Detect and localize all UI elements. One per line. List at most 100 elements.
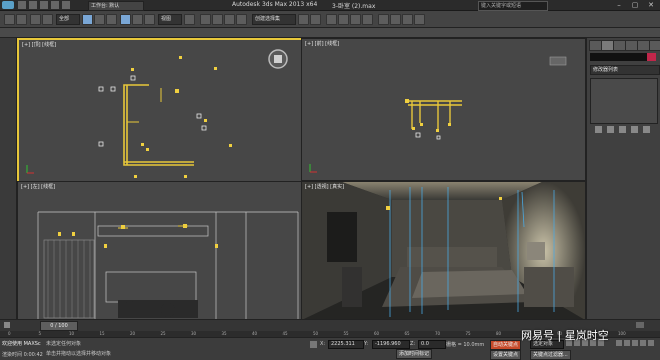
top-view-drawing: [26, 49, 288, 178]
track-bar-tick-label: 15: [99, 331, 105, 336]
y-coordinate-field[interactable]: -1196.960: [372, 340, 410, 349]
track-bar-tick-label: 35: [221, 331, 227, 336]
remove-modifier-icon[interactable]: [631, 126, 638, 133]
select-object-icon[interactable]: [82, 14, 93, 25]
workspace-dropdown[interactable]: 工作台: 默认: [88, 1, 144, 11]
track-bar-tick-label: 50: [313, 331, 319, 336]
material-editor-icon[interactable]: [378, 14, 389, 25]
open-file-icon[interactable]: [29, 1, 37, 9]
scale-icon[interactable]: [144, 14, 155, 25]
snap-icon[interactable]: [200, 14, 211, 25]
y-label: Y:: [364, 341, 369, 347]
grid-size: 栅格 = 10.0mm: [446, 342, 485, 348]
minimize-icon[interactable]: –: [612, 0, 626, 10]
pin-stack-icon[interactable]: [595, 126, 602, 133]
spinner-snap-icon[interactable]: [236, 14, 247, 25]
zoom-all-icon[interactable]: [624, 340, 630, 346]
selection-set-dropdown[interactable]: 创建选择集: [252, 14, 296, 25]
track-bar-tick-label: 75: [465, 331, 471, 336]
layer-manager-icon[interactable]: [326, 14, 337, 25]
track-bar-tick-label: 40: [252, 331, 258, 336]
auto-key-button[interactable]: 自动关键点: [490, 340, 522, 350]
track-bar-tick-label: 10: [69, 331, 75, 336]
orbit-icon[interactable]: [640, 340, 646, 346]
link-icon[interactable]: [30, 14, 41, 25]
z-coordinate-field[interactable]: 0.0: [418, 340, 446, 349]
title-bar: 工作台: 默认 Autodesk 3ds Max 2013 x64 3-卧室 (…: [0, 0, 660, 11]
rendered-frame-icon[interactable]: [402, 14, 413, 25]
ribbon-strip: [0, 28, 660, 38]
track-bar-tick-label: 55: [343, 331, 349, 336]
x-label: X:: [320, 341, 326, 347]
lock-selection-icon[interactable]: [310, 341, 317, 348]
time-slider[interactable]: 0 / 100: [40, 321, 78, 331]
render-time: 渲染时间 0:00:42: [2, 352, 43, 358]
maximize-viewport-icon[interactable]: [648, 340, 654, 346]
main-toolbar: 全部 视图 创建选择集: [0, 11, 660, 28]
track-bar-tick-label: 30: [191, 331, 197, 336]
add-time-tag-button[interactable]: 添加时间标记: [396, 349, 433, 359]
pivot-icon[interactable]: [184, 14, 195, 25]
modifier-list-dropdown[interactable]: 修改器列表: [590, 65, 660, 75]
watermark: 网易号 | 星岚时空: [521, 329, 609, 342]
close-icon[interactable]: ✕: [644, 0, 658, 10]
search-input[interactable]: 键入关键字或短语: [478, 1, 548, 11]
graphite-tools-icon[interactable]: [338, 14, 349, 25]
track-bar-tick-label: 60: [374, 331, 380, 336]
utilities-tab-icon[interactable]: [649, 40, 660, 51]
reference-coordinate-dropdown[interactable]: 视图: [158, 14, 182, 25]
selection-status: 未选定任何对象: [46, 341, 82, 347]
window-title: Autodesk 3ds Max 2013 x64: [232, 1, 318, 8]
select-by-name-icon[interactable]: [94, 14, 105, 25]
track-bar-tick-label: 100: [618, 331, 626, 336]
save-file-icon[interactable]: [40, 1, 48, 9]
track-bar-tick-label: 70: [435, 331, 441, 336]
redo-button[interactable]: [16, 14, 27, 25]
command-panel: 修改器列表: [586, 38, 660, 319]
viewport-label-perspective[interactable]: [+] [透视] [真实]: [305, 183, 344, 190]
prompt-hint: 单击并拖动以选择并移动对象: [46, 351, 112, 357]
render-setup-icon[interactable]: [390, 14, 401, 25]
slider-next-icon[interactable]: [636, 322, 644, 328]
left-view-drawing: [37, 211, 299, 319]
redo-icon[interactable]: [62, 1, 70, 9]
configure-modifier-sets-icon[interactable]: [643, 126, 650, 133]
percent-snap-icon[interactable]: [224, 14, 235, 25]
left-toolbar: [0, 38, 17, 319]
viewport-front[interactable]: [+] [前] [线框]: [301, 38, 586, 181]
rotate-icon[interactable]: [132, 14, 143, 25]
track-bar-tick-label: 45: [282, 331, 288, 336]
rect-selection-icon[interactable]: [106, 14, 117, 25]
track-bar-tick-label: 5: [38, 331, 42, 336]
viewport-perspective[interactable]: [+] [透视] [真实]: [301, 181, 586, 321]
curve-editor-icon[interactable]: [350, 14, 361, 25]
mirror-icon[interactable]: [298, 14, 309, 25]
undo-button[interactable]: [4, 14, 15, 25]
timeline-toggle-icon[interactable]: [4, 322, 10, 328]
make-unique-icon[interactable]: [619, 126, 626, 133]
zoom-icon[interactable]: [616, 340, 622, 346]
track-bar-tick-label: 0: [8, 331, 11, 336]
x-coordinate-field[interactable]: 2225.311: [328, 340, 364, 349]
render-icon[interactable]: [414, 14, 425, 25]
object-color-swatch[interactable]: [647, 53, 656, 61]
filter-dropdown[interactable]: 全部: [56, 14, 80, 25]
show-end-result-icon[interactable]: [607, 126, 614, 133]
file-name: 3-卧室 (2).max: [332, 3, 376, 10]
app-logo-icon[interactable]: [2, 1, 14, 9]
track-bar-tick-label: 20: [130, 331, 136, 336]
maxscript-listener[interactable]: 欢迎使用 MAXSc: [2, 340, 41, 347]
viewport-top[interactable]: [+] [顶] [线框]: [17, 38, 304, 183]
new-file-icon[interactable]: [18, 1, 26, 9]
undo-icon[interactable]: [51, 1, 59, 9]
maximize-icon[interactable]: ▢: [628, 0, 642, 10]
move-icon[interactable]: [120, 14, 131, 25]
z-label: Z:: [410, 341, 416, 347]
schematic-view-icon[interactable]: [362, 14, 373, 25]
viewport-left[interactable]: [+] [左] [线框]: [17, 181, 302, 321]
modifier-stack[interactable]: [590, 78, 658, 124]
align-icon[interactable]: [310, 14, 321, 25]
angle-snap-icon[interactable]: [212, 14, 223, 25]
pan-icon[interactable]: [632, 340, 638, 346]
unlink-icon[interactable]: [42, 14, 53, 25]
